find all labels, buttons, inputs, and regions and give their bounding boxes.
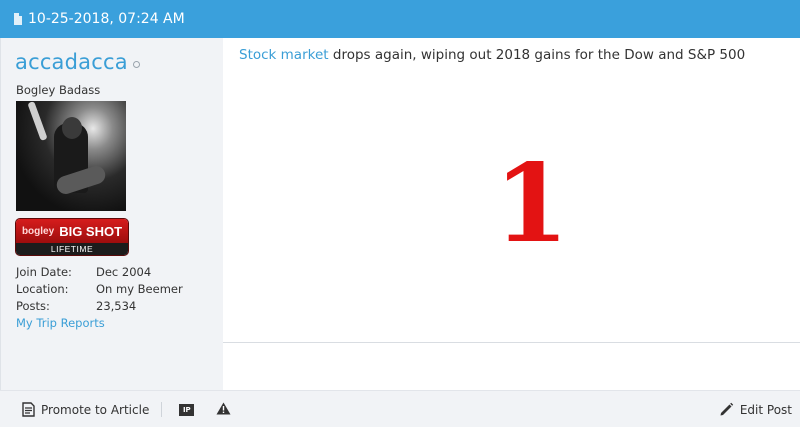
info-label: Location: [16,281,69,296]
report-warning-icon[interactable] [216,402,231,418]
rank-badge-brand: bogley [21,225,55,237]
avatar-arm-shape [27,101,48,141]
info-row-location: Location: On my Beemer [16,280,183,297]
info-label: Join Date: [16,264,72,279]
rank-badge-sub: LIFETIME [16,243,128,255]
user-title: Bogley Badass [16,83,101,97]
pencil-icon [720,402,734,416]
username-link[interactable]: accadacca [15,50,128,74]
user-info: Join Date: Dec 2004 Location: On my Beem… [16,263,183,331]
bottom-strip [0,427,800,437]
post-footer: Promote to Article IP Edit Post [0,390,800,428]
edit-post-label: Edit Post [739,402,792,417]
ip-icon[interactable]: IP [179,403,195,416]
username-row: accadacca [15,50,140,74]
avatar[interactable] [16,101,126,211]
rank-badge-label: BIG SHOT [59,223,123,239]
info-row-join-date: Join Date: Dec 2004 [16,263,183,280]
post-title-text: drops again, wiping out 2018 gains for t… [328,47,746,63]
rank-badge-top: bogley BIG SHOT [16,219,128,243]
warning-icon [216,402,231,414]
user-panel: accadacca Bogley Badass bogley BIG SHOT … [0,38,224,390]
document-icon [14,13,22,25]
rank-badge: bogley BIG SHOT LIFETIME [15,218,129,256]
promote-to-article-button[interactable]: Promote to Article [22,402,163,417]
post-timestamp: 10-25-2018, 07:24 AM [28,11,185,27]
post-title: Stock market drops again, wiping out 201… [239,47,745,63]
promote-label: Promote to Article [41,402,150,417]
post-header: 10-25-2018, 07:24 AM [0,0,800,38]
info-row-posts: Posts: 23,534 [16,297,183,314]
info-value: 23,534 [96,298,137,313]
post-title-link[interactable]: Stock market [239,47,329,63]
trip-reports-row: My Trip Reports [16,314,183,331]
edit-post-button[interactable]: Edit Post [719,402,792,417]
big-number-text: 1 [493,141,570,267]
avatar-head-shape [62,117,82,139]
post-content: Stock market drops again, wiping out 201… [223,38,800,390]
document-icon [22,402,35,417]
offline-status-icon [132,61,140,68]
info-label: Posts: [16,298,50,313]
content-divider [223,342,800,343]
trip-reports-link[interactable]: My Trip Reports [16,316,105,330]
info-value: Dec 2004 [96,264,152,279]
info-value: On my Beemer [96,281,183,296]
